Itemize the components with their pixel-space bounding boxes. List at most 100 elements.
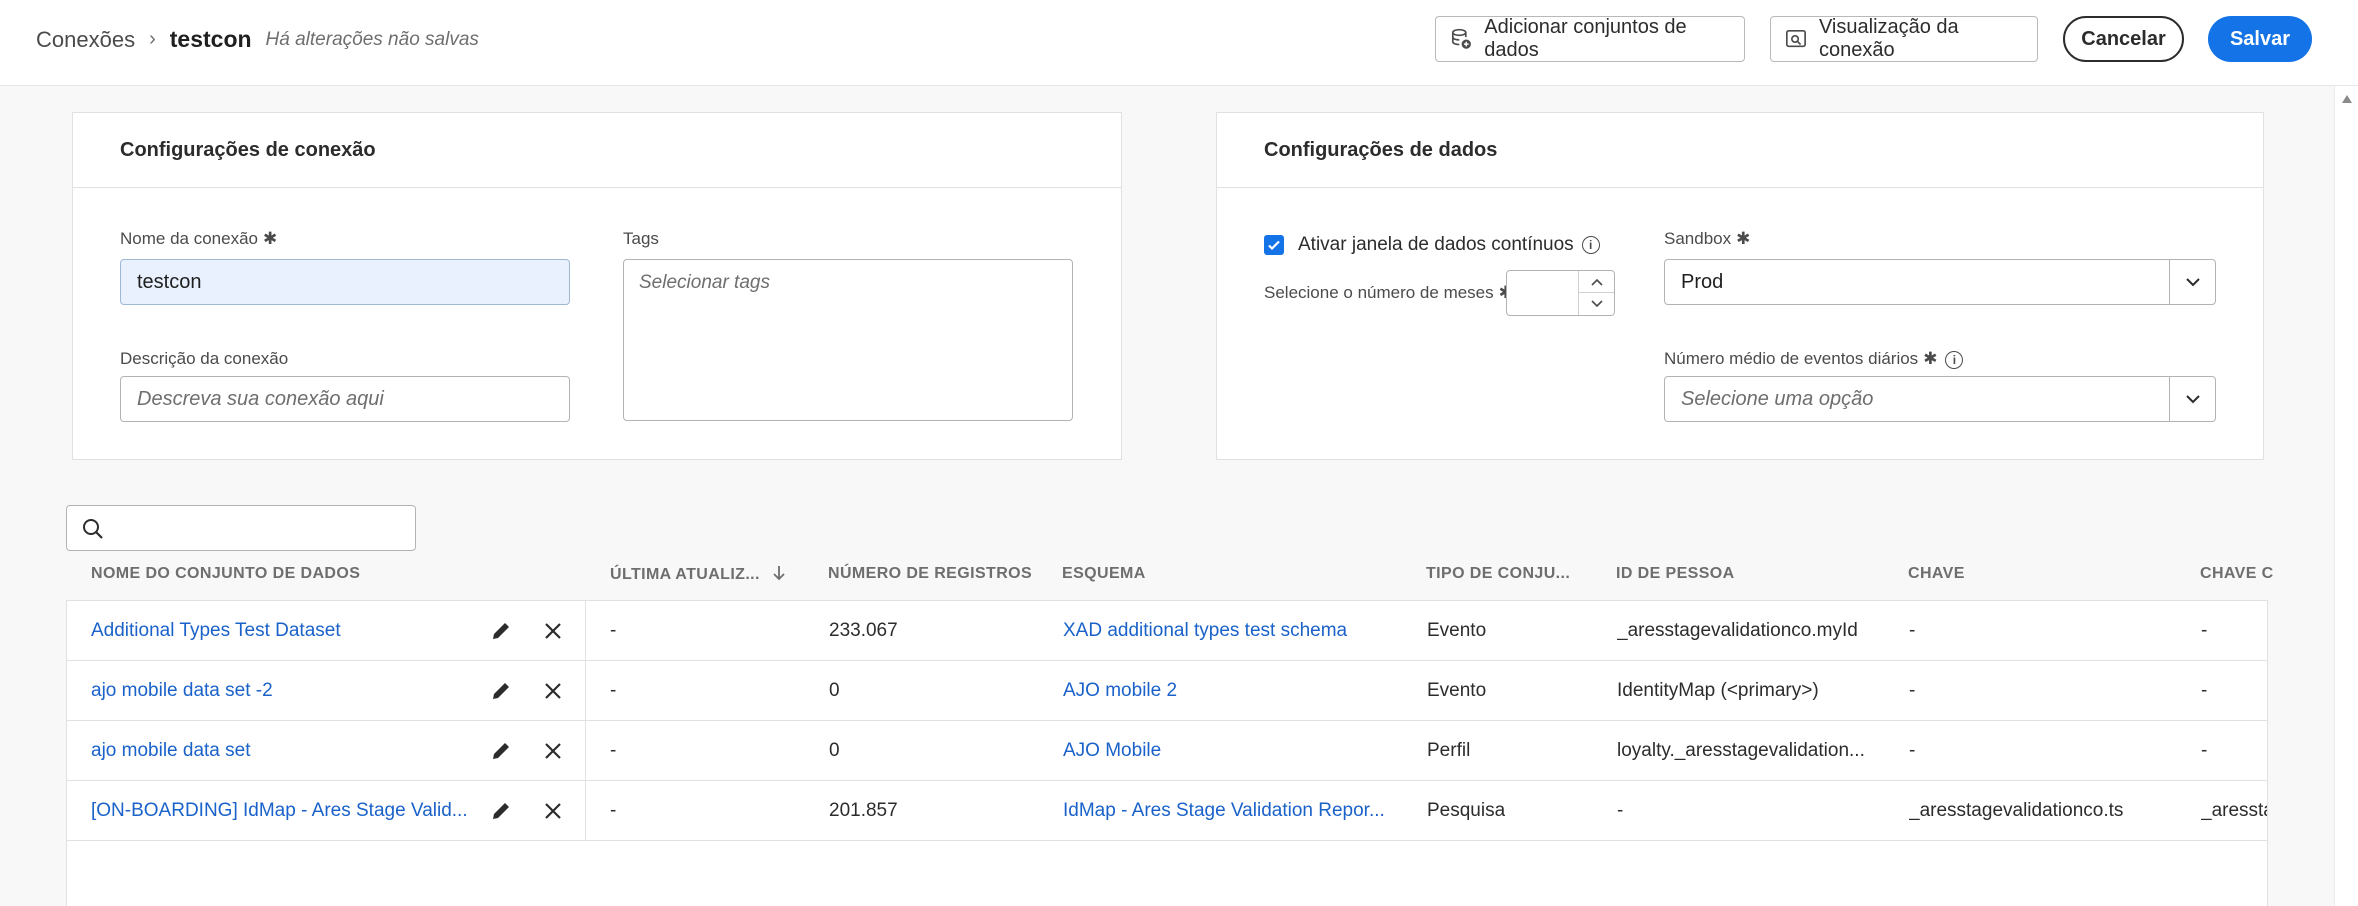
column-header-last-updated-text: ÚLTIMA ATUALIZ... [610,566,760,583]
dataset-type-cell: Evento [1427,680,1487,701]
connection-description-label: Descrição da conexão [120,349,289,368]
column-header-dataset-type[interactable]: TIPO DE CONJU... [1426,565,1570,583]
rolling-window-checkbox[interactable] [1264,235,1284,255]
dataset-name-link[interactable]: [ON-BOARDING] IdMap - Ares Stage Valid..… [91,800,491,822]
info-icon[interactable]: i [1581,235,1600,254]
save-button[interactable]: Salvar [2208,16,2312,62]
sandbox-label-text: Sandbox [1664,229,1732,248]
sandbox-select[interactable]: Prod [1664,259,2216,305]
connection-description-input[interactable]: Descreva sua conexão aqui [120,376,570,422]
column-header-schema[interactable]: ESQUEMA [1062,565,1146,583]
record-count-cell: 0 [829,740,840,761]
required-icon: ✱ [262,229,278,248]
months-stepper[interactable] [1506,270,1615,316]
table-row: [ON-BOARDING] IdMap - Ares Stage Valid..… [67,781,2267,841]
table-row: Additional Types Test Dataset - 233.067 … [67,601,2267,661]
required-icon: ✱ [1923,349,1938,368]
table-header: NOME DO CONJUNTO DE DADOS ÚLTIMA ATUALIZ… [66,560,2273,600]
required-icon: ✱ [1736,229,1751,248]
dataset-type-cell: Pesquisa [1427,800,1506,821]
months-label-text: Selecione o número de meses [1264,283,1494,302]
match-key-cell: - [2201,680,2208,701]
data-settings-title: Configurações de dados [1217,113,2263,188]
dataset-name-link[interactable]: ajo mobile data set [91,740,531,762]
rolling-window-label: Ativar janela de dados contínuos i [1298,234,1600,256]
connection-name-input[interactable]: testcon [120,259,570,305]
arrow-down-icon [773,566,785,581]
column-header-record-count[interactable]: NÚMERO DE REGISTROS [828,565,1032,583]
key-cell: - [1909,680,1916,701]
pencil-icon[interactable] [489,799,513,823]
person-id-cell: - [1617,800,1624,821]
dataset-search-input[interactable] [66,505,416,551]
dataset-name-link[interactable]: ajo mobile data set -2 [91,680,531,702]
unsaved-changes-status: Há alterações não salvas [265,28,479,50]
last-updated-cell: - [610,620,617,641]
chevron-down-icon [1590,300,1603,308]
connection-settings-panel: Configurações de conexão Nome da conexão… [72,112,1122,460]
sandbox-label: Sandbox ✱ [1664,229,1750,249]
column-header-match-key[interactable]: CHAVE C [2200,565,2274,583]
pencil-icon[interactable] [489,679,513,703]
dataset-name-link[interactable]: Additional Types Test Dataset [91,620,531,642]
column-header-key[interactable]: CHAVE [1908,565,1965,583]
connection-preview-label: Visualização da conexão [1818,16,1959,61]
breadcrumb-current: testcon [169,26,252,52]
connection-name-label-text: Nome da conexão [120,229,258,248]
key-cell: - [1909,740,1916,761]
months-label: Selecione o número de meses✱ [1264,283,1513,303]
match-key-cell: - [2201,740,2208,761]
scroll-up-arrow-icon[interactable] [2341,94,2353,104]
table-row: ajo mobile data set -2 - 0 AJO mobile 2 … [67,661,2267,721]
breadcrumb-root[interactable]: Conexões [36,27,135,53]
vertical-scrollbar[interactable] [2334,86,2358,906]
app-header: Conexões › testcon Há alterações não sal… [0,0,2358,86]
column-header-last-updated[interactable]: ÚLTIMA ATUALIZ... [610,565,786,584]
breadcrumb: Conexões › testcon Há alterações não sal… [36,26,479,53]
connection-preview-button[interactable]: Visualização da conexão [1770,16,2038,62]
person-id-cell: _aresstagevalidationco.myId [1617,620,1858,641]
close-icon[interactable] [541,739,565,763]
cancel-button[interactable]: Cancelar [2063,16,2184,62]
increment-button[interactable] [1579,271,1614,293]
column-header-person-id[interactable]: ID DE PESSOA [1616,565,1735,583]
info-icon[interactable]: i [1945,350,1964,369]
dataset-type-cell: Evento [1427,620,1487,641]
chevron-down-icon[interactable] [2169,377,2215,421]
chevron-right-icon: › [149,28,156,50]
schema-link[interactable]: XAD additional types test schema [1063,620,1403,642]
connection-settings-title: Configurações de conexão [73,113,1121,188]
record-count-cell: 233.067 [829,620,898,641]
schema-link[interactable]: AJO Mobile [1063,740,1403,762]
tags-label: Tags [623,229,659,248]
record-count-cell: 0 [829,680,840,701]
person-id-cell: loyalty._aresstagevalidation... [1617,740,1865,761]
pencil-icon[interactable] [489,619,513,643]
add-datasets-button[interactable]: Adicionar conjuntos de dados [1435,16,1745,62]
close-icon[interactable] [541,619,565,643]
decrement-button[interactable] [1579,293,1614,315]
preview-icon [1786,29,1806,48]
record-count-cell: 201.857 [829,800,898,821]
daily-events-select[interactable]: Selecione uma opção [1664,376,2216,422]
last-updated-cell: - [610,680,617,701]
close-icon[interactable] [541,799,565,823]
close-icon[interactable] [541,679,565,703]
chevron-up-icon [1590,278,1603,286]
search-icon [83,519,103,539]
stepper-arrows [1578,271,1614,315]
schema-link[interactable]: AJO mobile 2 [1063,680,1403,702]
database-add-icon [1451,28,1471,49]
chevron-down-icon[interactable] [2169,260,2215,304]
schema-link[interactable]: IdMap - Ares Stage Validation Repor... [1063,800,1403,822]
person-id-cell: IdentityMap (<primary>) [1617,680,1819,701]
tags-input[interactable]: Selecionar tags [623,259,1073,421]
match-key-cell: - [2201,620,2208,641]
daily-events-label-text: Número médio de eventos diários [1664,349,1919,368]
column-header-dataset-name[interactable]: NOME DO CONJUNTO DE DADOS [91,565,360,583]
daily-events-label: Número médio de eventos diários ✱ i [1664,349,1964,369]
connection-name-label: Nome da conexão ✱ [120,229,277,249]
pencil-icon[interactable] [489,739,513,763]
last-updated-cell: - [610,800,617,821]
match-key-cell: _aressta [2201,800,2267,821]
